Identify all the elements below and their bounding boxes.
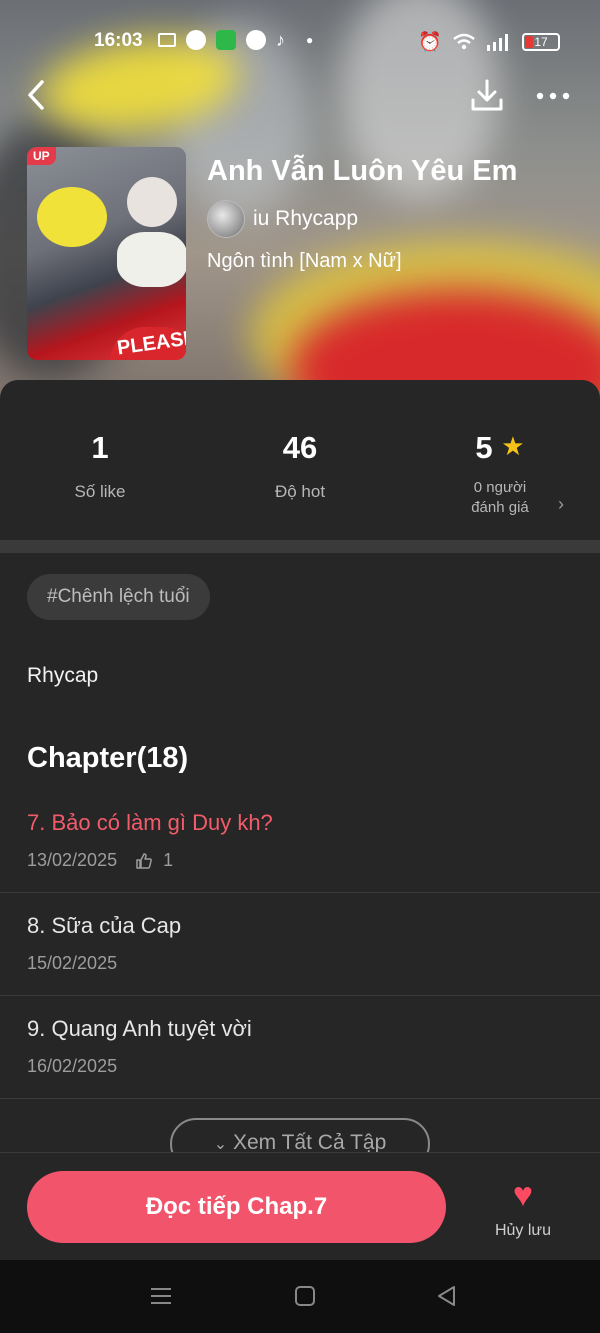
wifi-icon [453, 33, 475, 50]
chapter-header: Chapter(18) [27, 742, 189, 774]
notification-icons: ♪ ● [158, 30, 313, 50]
pinterest-icon [246, 30, 266, 50]
screen-icon [158, 33, 176, 47]
chapter-date: 13/02/2025 [27, 850, 118, 870]
more-options-button[interactable] [535, 76, 571, 119]
bottom-action-bar: Đọc tiếp Chap.7 ♥ Hủy lưu [0, 1152, 600, 1260]
rating-caption: đánh giá [471, 499, 529, 516]
chapter-likes: 1 [163, 850, 174, 870]
tiktok-icon: ♪ [276, 30, 285, 50]
likes-value: 1 [91, 430, 109, 465]
alarm-icon: ⏰ [418, 32, 442, 53]
chapter-item[interactable]: 7. Bảo có làm gì Duy kh? 13/02/2025 1 [0, 790, 600, 893]
status-time: 16:03 [94, 30, 143, 51]
book-title: Anh Vẫn Luôn Yêu Em [207, 155, 518, 187]
chevron-down-icon: ⌄ [213, 1136, 228, 1153]
hot-value: 46 [282, 430, 318, 465]
menu-icon[interactable] [150, 1285, 172, 1307]
star-icon: ★ [501, 431, 525, 461]
dot-icon: ● [306, 33, 314, 47]
chevron-left-icon [28, 80, 44, 110]
view-all-label: Xem Tất Cả Tập [232, 1131, 387, 1154]
book-cover[interactable]: PLEASE UP [27, 147, 186, 360]
stat-likes: 1 Số like [0, 430, 200, 540]
stats-row: 1 Số like 46 Độ hot 5 ★ 0 người đánh giá [0, 430, 600, 540]
system-nav-bar [0, 1260, 600, 1333]
heart-icon: ♥ [512, 1176, 534, 1214]
thumbs-up-icon [136, 852, 152, 869]
tag-chip[interactable]: #Chênh lệch tuổi [27, 574, 210, 620]
author-link[interactable]: iu Rhycapp [207, 200, 358, 238]
author-avatar [207, 200, 245, 238]
chapter-date: 16/02/2025 [27, 1056, 118, 1076]
rating-value: 5 [475, 430, 493, 465]
likes-label: Số like [74, 482, 126, 501]
app-green-icon [216, 30, 236, 50]
chapter-date: 15/02/2025 [27, 953, 118, 973]
author-name: iu Rhycapp [253, 207, 359, 230]
rating-count-label: 0 người [473, 479, 527, 496]
status-bar: 16:03 ♪ ● ⏰ 17 [0, 22, 600, 58]
update-badge: UP [27, 147, 56, 165]
more-icon [536, 92, 570, 100]
back-nav-icon[interactable] [436, 1285, 458, 1307]
system-icons: ⏰ 17 [418, 30, 560, 54]
download-icon [471, 79, 503, 111]
battery-level: 17 [534, 35, 548, 49]
chapter-title: 9. Quang Anh tuyệt vời [27, 1016, 252, 1041]
unsave-label: Hủy lưu [494, 1222, 552, 1239]
book-genre: Ngôn tình [Nam x Nữ] [207, 250, 402, 272]
chapter-item[interactable]: 9. Quang Anh tuyệt vời 16/02/2025 [0, 996, 600, 1099]
section-divider [0, 540, 600, 553]
description: Rhycap [27, 664, 99, 687]
messenger-icon [186, 30, 206, 50]
chapter-item[interactable]: 8. Sữa của Cap 15/02/2025 [0, 893, 600, 996]
download-button[interactable] [470, 78, 504, 114]
battery-icon: 17 [522, 33, 560, 51]
chevron-right-icon[interactable]: › [558, 494, 564, 515]
stat-rating[interactable]: 5 ★ 0 người đánh giá [400, 430, 600, 540]
hot-label: Độ hot [274, 482, 326, 501]
stat-hot: 46 Độ hot [200, 430, 400, 540]
continue-reading-button[interactable]: Đọc tiếp Chap.7 [27, 1171, 446, 1243]
home-icon[interactable] [294, 1285, 316, 1307]
signal-icon [487, 34, 508, 51]
chapter-title: 8. Sữa của Cap [27, 913, 182, 938]
chapter-title: 7. Bảo có làm gì Duy kh? [27, 810, 273, 835]
back-button[interactable] [24, 78, 54, 114]
unsave-button[interactable]: ♥ Hủy lưu [490, 1178, 556, 1240]
